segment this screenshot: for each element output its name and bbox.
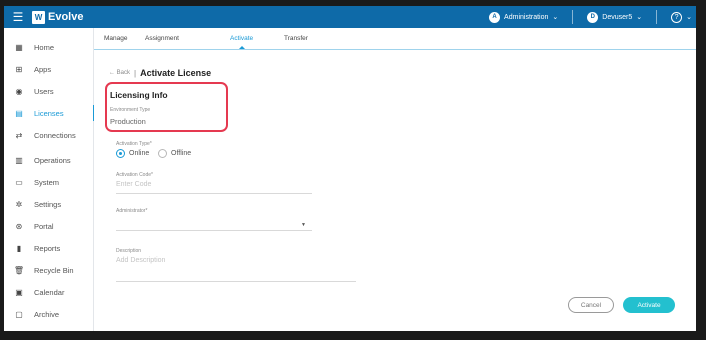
sidebar-item-label: Recycle Bin bbox=[34, 265, 74, 275]
sidebar-item-licenses[interactable]: ▤ Licenses bbox=[4, 105, 95, 121]
page-title: Activate License bbox=[140, 68, 212, 78]
sidebar-item-calendar[interactable]: ▣ Calendar bbox=[4, 284, 94, 300]
sidebar-item-portal[interactable]: ⊛ Portal bbox=[4, 218, 94, 234]
sidebar-item-users[interactable]: ◉ Users bbox=[4, 83, 94, 99]
user-menu[interactable]: D Devuser5 ⌄ bbox=[587, 11, 643, 23]
sidebar-item-settings[interactable]: ✲ Settings bbox=[4, 196, 94, 212]
description-underline bbox=[116, 281, 356, 282]
logo-mark: W bbox=[32, 10, 45, 24]
sidebar-item-label: Calendar bbox=[34, 287, 65, 297]
top-right-controls: A Administration ⌄ D Devuser5 ⌄ ? ⌄ bbox=[489, 6, 692, 28]
administrator-underline bbox=[116, 230, 312, 231]
apps-icon: ⊞ bbox=[15, 64, 23, 74]
activation-code-input[interactable]: Enter Code bbox=[116, 181, 151, 188]
archive-icon: ▢ bbox=[15, 309, 23, 319]
chevron-down-icon: ⌄ bbox=[552, 14, 559, 21]
environment-type-label: Environment Type bbox=[110, 107, 151, 113]
description-input[interactable]: Add Description bbox=[116, 257, 165, 264]
sidebar-item-archive[interactable]: ▢ Archive bbox=[4, 306, 94, 322]
sidebar-item-home[interactable]: ▦ Home bbox=[4, 39, 94, 55]
grid-icon: ▦ bbox=[15, 42, 23, 52]
chevron-down-icon[interactable]: ▼ bbox=[301, 222, 306, 228]
radio-label: Online bbox=[129, 150, 150, 157]
tab-indicator bbox=[239, 46, 245, 49]
user-avatar: D bbox=[587, 11, 599, 23]
help-icon: ? bbox=[671, 11, 683, 23]
tab-activate[interactable]: Activate bbox=[230, 35, 253, 42]
sidebar-item-label: Portal bbox=[34, 221, 54, 231]
sidebar-item-reports[interactable]: ▮ Reports bbox=[4, 240, 94, 256]
reports-icon: ▮ bbox=[16, 243, 22, 253]
activation-code-underline bbox=[116, 193, 312, 194]
section-title: Licensing Info bbox=[110, 90, 168, 100]
app-logo[interactable]: W Evolve bbox=[32, 10, 84, 24]
sidebar-item-label: Licenses bbox=[34, 108, 64, 118]
activation-type-label: Activation Type* bbox=[116, 141, 152, 147]
sidebar-item-label: Apps bbox=[34, 64, 52, 74]
menu-icon[interactable]: ☰ bbox=[4, 10, 32, 24]
sidebar-item-connections[interactable]: ⇄ Connections bbox=[4, 127, 94, 143]
tenant-label: Administration bbox=[504, 13, 549, 21]
description-label: Description bbox=[116, 248, 142, 254]
tab-assignment[interactable]: Assignment bbox=[145, 35, 179, 42]
breadcrumb-separator: | bbox=[134, 68, 137, 78]
system-icon: ▭ bbox=[15, 177, 23, 187]
radio-online[interactable]: Online bbox=[116, 149, 149, 158]
divider bbox=[572, 10, 574, 24]
back-link[interactable]: ← Back bbox=[109, 70, 130, 76]
user-label: Devuser5 bbox=[602, 13, 633, 21]
tab-manage[interactable]: Manage bbox=[104, 35, 128, 42]
tab-transfer[interactable]: Transfer bbox=[284, 35, 308, 42]
top-bar: ☰ W Evolve A Administration ⌄ D Devuser5… bbox=[4, 6, 696, 28]
sidebar-item-label: Archive bbox=[34, 309, 60, 319]
tenant-avatar: A bbox=[489, 11, 501, 23]
license-icon: ▤ bbox=[15, 108, 23, 118]
sidebar-item-label: Users bbox=[34, 86, 54, 96]
sidebar-item-label: Home bbox=[34, 42, 55, 52]
calendar-icon: ▣ bbox=[15, 287, 23, 297]
environment-type-value: Production bbox=[110, 117, 146, 126]
sidebar-item-label: Connections bbox=[34, 130, 76, 140]
tab-underline bbox=[94, 49, 696, 50]
operations-icon: ▥ bbox=[15, 155, 23, 165]
administrator-label: Administrator* bbox=[116, 208, 148, 214]
divider bbox=[656, 10, 658, 24]
trash-icon: 🗑 bbox=[13, 265, 25, 275]
breadcrumb: ← Back | Activate License bbox=[109, 68, 211, 78]
radio-checked-icon bbox=[116, 149, 125, 158]
chevron-down-icon: ⌄ bbox=[636, 14, 643, 21]
sidebar-item-label: Reports bbox=[34, 243, 61, 253]
connections-icon: ⇄ bbox=[15, 130, 23, 140]
sidebar-item-label: Settings bbox=[34, 199, 62, 209]
sidebar-item-operations[interactable]: ▥ Operations bbox=[4, 152, 94, 168]
radio-label: Offline bbox=[171, 150, 192, 157]
chevron-down-icon: ⌄ bbox=[686, 14, 692, 21]
activation-code-label: Activation Code* bbox=[116, 172, 153, 178]
radio-offline[interactable]: Offline bbox=[158, 149, 191, 158]
sidebar-item-recycle-bin[interactable]: 🗑 Recycle Bin bbox=[4, 262, 94, 278]
tenant-switcher[interactable]: A Administration ⌄ bbox=[489, 11, 559, 23]
tab-bar: Manage Assignment Activate Transfer bbox=[94, 28, 696, 50]
portal-icon: ⊛ bbox=[15, 221, 23, 231]
sidebar: ▦ Home ⊞ Apps ◉ Users ▤ Licenses ⇄ Conne… bbox=[4, 28, 95, 331]
help-menu[interactable]: ? ⌄ bbox=[671, 11, 692, 23]
app-name: Evolve bbox=[48, 11, 84, 23]
cancel-button[interactable]: Cancel bbox=[568, 297, 614, 313]
sidebar-item-system[interactable]: ▭ System bbox=[4, 174, 94, 190]
administrator-select[interactable] bbox=[116, 218, 296, 228]
sidebar-item-label: Operations bbox=[34, 155, 71, 165]
sidebar-item-label: System bbox=[34, 177, 60, 187]
radio-unchecked-icon bbox=[158, 149, 167, 158]
settings-icon: ✲ bbox=[15, 199, 23, 209]
main-content: Manage Assignment Activate Transfer ← Ba… bbox=[94, 28, 696, 331]
sidebar-item-apps[interactable]: ⊞ Apps bbox=[4, 61, 94, 77]
app-window: ☰ W Evolve A Administration ⌄ D Devuser5… bbox=[4, 6, 696, 331]
user-icon: ◉ bbox=[15, 86, 23, 96]
activate-button[interactable]: Activate bbox=[623, 297, 675, 313]
